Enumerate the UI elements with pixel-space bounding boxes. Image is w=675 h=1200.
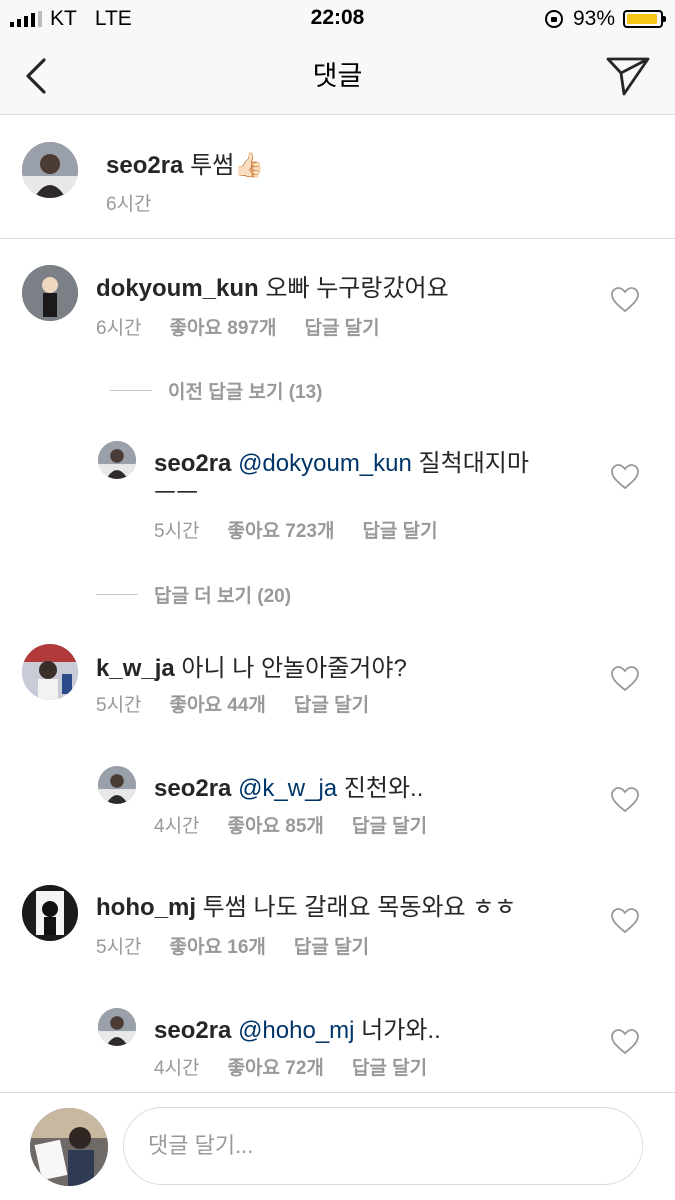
avatar[interactable] [22, 885, 78, 941]
mention-link[interactable]: @k_w_ja [238, 775, 337, 802]
avatar[interactable] [22, 265, 78, 321]
view-more-replies[interactable]: 답글 더 보기 (20) [96, 581, 291, 608]
like-count[interactable]: 좋아요 44개 [170, 695, 266, 716]
comment-text: 아니 나 안놀아줄거야? [181, 655, 407, 682]
heart-icon[interactable] [611, 287, 639, 313]
caption-text: 투썸👍🏻 [190, 152, 265, 179]
avatar[interactable] [98, 1008, 136, 1046]
heart-icon[interactable] [611, 787, 639, 813]
comment-text: 너가와.. [361, 1017, 441, 1044]
comment-text: 오빠 누구랑갔어요 [265, 275, 449, 302]
comment-text: 투썸 나도 갈래요 목동와요 ㅎㅎ [202, 894, 517, 921]
reply-button[interactable]: 답글 달기 [304, 318, 379, 339]
like-count[interactable]: 좋아요 723개 [228, 521, 335, 542]
chevron-left-icon [26, 58, 46, 94]
avatar[interactable] [22, 142, 78, 198]
username[interactable]: seo2ra [106, 152, 183, 179]
paper-plane-icon [606, 57, 650, 96]
comment-input[interactable] [123, 1107, 643, 1185]
timestamp: 4시간 [154, 816, 200, 837]
mention-link[interactable]: @hoho_mj [238, 1017, 354, 1044]
username[interactable]: k_w_ja [96, 655, 175, 682]
comment-text: 진천와.. [343, 775, 424, 802]
page-title: 댓글 [312, 61, 363, 91]
like-count[interactable]: 좋아요 897개 [170, 318, 277, 339]
share-button[interactable] [603, 52, 653, 100]
timestamp: 6시간 [106, 194, 152, 215]
heart-icon[interactable] [611, 908, 639, 934]
username[interactable]: seo2ra [154, 1017, 231, 1044]
mention-link[interactable]: @dokyoum_kun [238, 450, 412, 477]
back-button[interactable] [14, 52, 58, 100]
timestamp: 6시간 [96, 318, 142, 339]
avatar[interactable] [98, 766, 136, 804]
timestamp: 5시간 [96, 937, 142, 958]
rotation-lock-icon [544, 10, 563, 28]
like-count[interactable]: 좋아요 16개 [170, 937, 266, 958]
timestamp: 5시간 [96, 695, 142, 716]
reply-button[interactable]: 답글 달기 [352, 1058, 427, 1079]
heart-icon[interactable] [611, 1029, 639, 1055]
heart-icon[interactable] [611, 666, 639, 692]
heart-icon[interactable] [611, 464, 639, 490]
avatar [30, 1108, 108, 1186]
reply-button[interactable]: 답글 달기 [352, 816, 427, 837]
like-count[interactable]: 좋아요 85개 [228, 816, 324, 837]
timestamp: 5시간 [154, 521, 200, 542]
avatar[interactable] [98, 441, 136, 479]
like-count[interactable]: 좋아요 72개 [228, 1058, 324, 1079]
comment-text-line2: ㅡㅡ [154, 480, 199, 507]
nav-bar: 댓글 [0, 38, 675, 115]
username[interactable]: seo2ra [154, 775, 231, 802]
reply-button[interactable]: 답글 달기 [362, 521, 437, 542]
battery-icon [623, 10, 666, 28]
view-previous-replies[interactable]: 이전 답글 보기 (13) [110, 377, 323, 404]
reply-button[interactable]: 답글 달기 [294, 937, 369, 958]
reply-button[interactable]: 답글 달기 [294, 695, 369, 716]
username[interactable]: dokyoum_kun [96, 275, 259, 302]
avatar[interactable] [22, 644, 78, 700]
timestamp: 4시간 [154, 1058, 200, 1079]
comment-composer [0, 1092, 675, 1200]
post-caption: seo2ra 투썸👍🏻 6시간 [0, 115, 675, 239]
status-bar: KT LTE 22:08 93% [0, 0, 675, 38]
battery-percent: 93% [572, 7, 615, 30]
comment-text: 질척대지마 [418, 450, 529, 477]
username[interactable]: hoho_mj [96, 894, 196, 921]
